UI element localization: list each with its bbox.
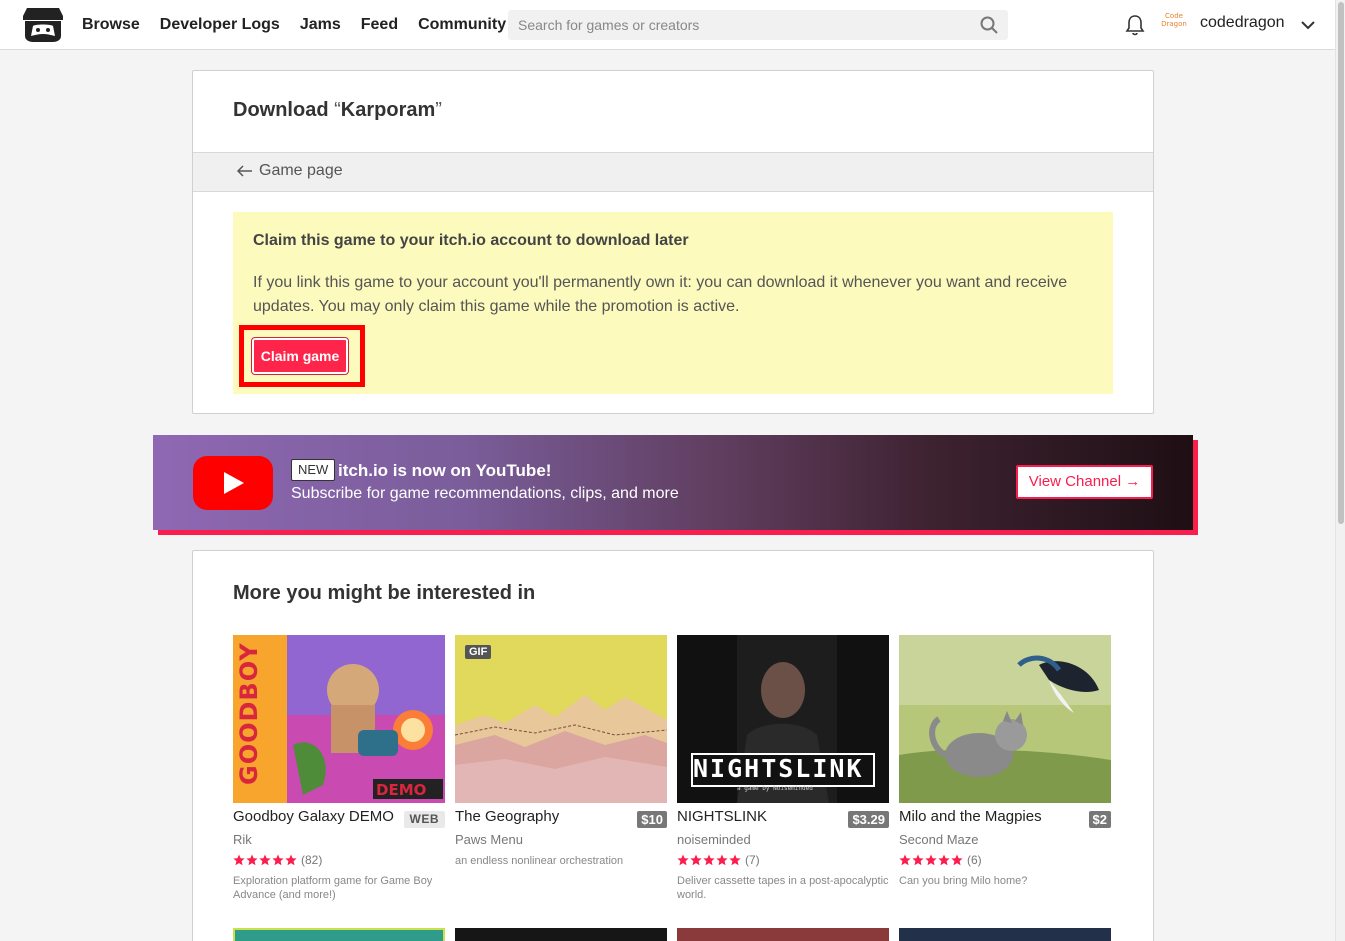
game-description: Exploration platform game for Game Boy A… [233,875,433,901]
game-description: an endless nonlinear orchestration [455,855,624,867]
username[interactable]: codedragon [1200,14,1285,32]
search-input[interactable] [508,10,978,40]
game-author[interactable]: Second Maze [899,832,1111,847]
rating-count: (82) [301,853,323,867]
gif-badge: GIF [465,645,492,659]
price-badge: $2 [1088,811,1111,828]
web-badge: WEB [403,811,445,828]
open-quote: “ [334,99,341,121]
claim-game-button[interactable]: Claim game [252,338,348,374]
game-thumbnail[interactable]: NIGHTSLINK a game by Noiseminded [677,635,889,803]
game-author[interactable]: noiseminded [677,832,889,847]
game-thumbnail[interactable]: GIF [455,635,667,803]
arrow-left-icon [237,165,252,177]
game-cell[interactable]: GOODBOY GALAXY DEMO Goodboy Galaxy DEMO … [233,635,445,902]
youtube-logo-icon [193,456,273,510]
top-navigation-bar: Browse Developer Logs Jams Feed Communit… [0,0,1335,50]
game-cell[interactable]: NIGHTSLINK a game by Noiseminded NIGHTSL… [677,635,889,902]
goodboy-galaxy-thumbnail [233,635,445,803]
star-icon [925,854,937,866]
game-rating: (7) [677,852,889,868]
star-icon [951,854,963,866]
chevron-down-icon[interactable] [1300,17,1316,33]
back-bar: Game page [193,152,1153,192]
game-thumbnail[interactable] [455,928,667,941]
nav-feed[interactable]: Feed [361,16,398,34]
game-cell[interactable]: Milo and the Magpies $2 Second Maze (6) … [899,635,1111,888]
rating-count: (7) [745,853,760,867]
game-author[interactable]: Rik [233,832,445,847]
view-channel-button[interactable]: View Channel → [1016,465,1153,499]
nav-browse[interactable]: Browse [82,16,140,34]
game-description: Can you bring Milo home? [899,875,1028,887]
star-icon [703,854,715,866]
nav-developer-logs[interactable]: Developer Logs [160,16,280,34]
star-icon [912,854,924,866]
recommendations-panel: More you might be interested in GOODBOY … [192,550,1154,941]
game-cell[interactable]: GIF The Geography $10 Paws Menu an endle… [455,635,667,868]
milo-and-the-magpies-thumbnail [899,635,1111,803]
game-thumbnail[interactable]: GOODBOY GALAXY DEMO [233,635,445,803]
game-thumbnail[interactable] [899,928,1111,941]
price-badge: $10 [637,811,667,828]
new-badge: NEW [291,459,336,481]
game-title[interactable]: Goodboy Galaxy DEMO [233,808,394,825]
price-badge: $3.29 [848,811,889,828]
scrollbar-thumb[interactable] [1338,2,1344,524]
star-icon [259,854,271,866]
game-rating: (82) [233,852,445,868]
game-title[interactable]: The Geography [455,808,559,825]
star-icon [899,854,911,866]
game-description: Deliver cassette tapes in a post-apocaly… [677,875,889,901]
thumbnail-title-text: NIGHTSLINK [693,754,864,783]
recommendations-title: More you might be interested in [233,582,536,604]
thumbnail-demo-text: DEMO [376,781,427,799]
avatar-text: Code Dragon [1161,12,1187,28]
star-icon [233,854,245,866]
nav-community[interactable]: Community [418,16,506,34]
main-nav: Browse Developer Logs Jams Feed Communit… [82,0,506,50]
thumbnail-subtitle-text: a game by Noiseminded [737,785,813,792]
game-title[interactable]: NIGHTSLINK [677,808,767,825]
game-title[interactable]: Milo and the Magpies [899,808,1042,825]
star-icon [272,854,284,866]
star-icon [729,854,741,866]
game-rating: (6) [899,852,1111,868]
star-icon [285,854,297,866]
search-icon[interactable] [980,16,998,34]
search-box [508,10,1008,40]
nav-jams[interactable]: Jams [300,16,341,34]
star-icon [677,854,689,866]
claim-description: If you link this game to your account yo… [253,274,1068,315]
the-geography-thumbnail [455,635,667,803]
itchio-logo-icon[interactable] [23,6,63,44]
game-page-link[interactable]: Game page [237,162,343,180]
game-name: Karporam [340,99,436,121]
banner-subtitle: Subscribe for game recommendations, clip… [291,485,679,502]
page-scrollbar[interactable] [1335,0,1345,941]
star-icon [246,854,258,866]
rating-count: (6) [967,853,982,867]
game-thumbnail[interactable] [677,928,889,941]
game-author[interactable]: Paws Menu [455,832,667,847]
close-quote: ” [435,99,442,121]
star-icon [716,854,728,866]
claim-box: Claim this game to your itch.io account … [233,212,1113,394]
claim-heading: Claim this game to your itch.io account … [253,232,689,249]
download-panel: Download “Karporam” Game page Claim this… [192,70,1154,414]
title-prefix: Download [233,99,329,121]
game-thumbnail[interactable] [899,635,1111,803]
youtube-banner[interactable]: NEW itch.io is now on YouTube! Subscribe… [153,435,1193,530]
avatar[interactable]: Code Dragon [1160,12,1188,38]
game-page-label: Game page [259,162,343,179]
thumbnail-title-text: GOODBOY GALAXY [235,635,263,785]
star-icon [938,854,950,866]
banner-title: itch.io is now on YouTube! [338,461,552,480]
game-thumbnail[interactable] [233,928,445,941]
star-icon [690,854,702,866]
page-title: Download “Karporam” [233,99,442,122]
notifications-bell-icon[interactable] [1124,13,1146,37]
